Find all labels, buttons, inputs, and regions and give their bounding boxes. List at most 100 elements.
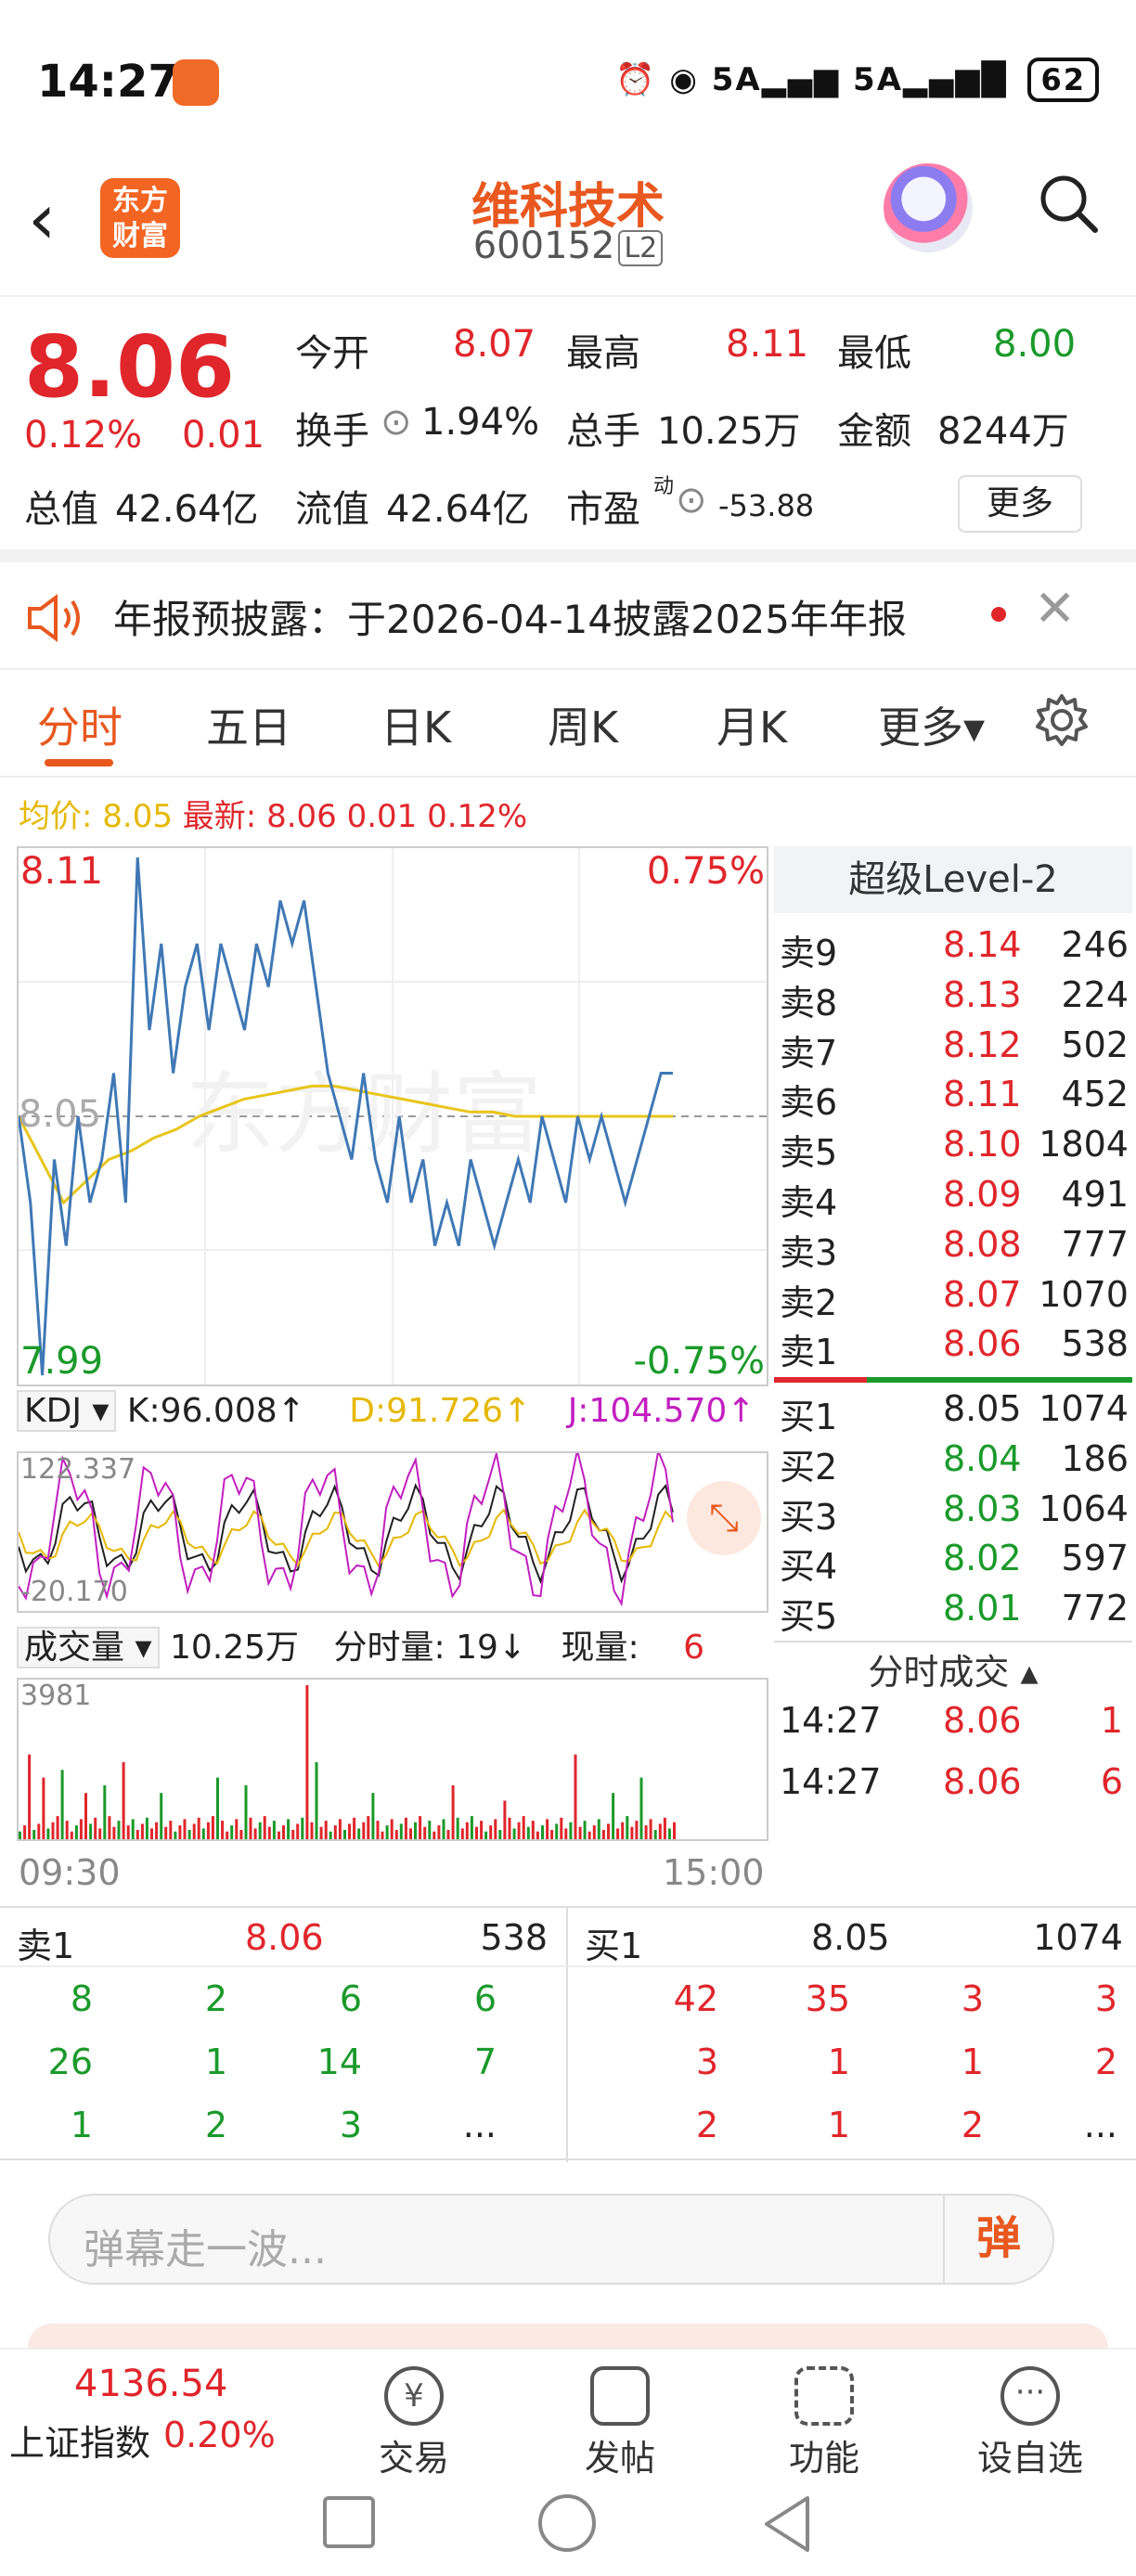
volume-bar (442, 1819, 445, 1839)
ask-row[interactable]: 卖9 8.14 246 (780, 924, 1129, 974)
volume-bar (541, 1825, 544, 1839)
tab-weekly-k[interactable]: 周K (548, 694, 618, 755)
kdj-axis-top: 122.337 (20, 1453, 136, 1486)
search-icon[interactable] (1036, 171, 1101, 236)
volume-bar (484, 1831, 488, 1839)
volume-bar (192, 1823, 196, 1839)
y-axis-bottom: 7.99 (20, 1340, 104, 1383)
tab-monthly-k[interactable]: 月K (716, 694, 787, 755)
ask-row[interactable]: 卖1 8.06 538 (780, 1323, 1129, 1373)
tab-daily-k[interactable]: 日K (381, 694, 451, 755)
volume-bar (258, 1822, 262, 1839)
volume-chart[interactable]: 3981 (17, 1678, 768, 1841)
volume-bar (42, 1777, 45, 1839)
nav-functions[interactable]: 功能 (750, 2359, 898, 2480)
danmu-input[interactable]: 弹幕走一波... 弹 (48, 2194, 1054, 2285)
volume-bar (503, 1800, 507, 1839)
volume-bar (211, 1816, 214, 1839)
ask-row[interactable]: 卖4 8.09 491 (780, 1174, 1129, 1224)
recent-apps-icon[interactable] (323, 2496, 375, 2548)
bid-row[interactable]: 买4 8.02 597 (780, 1538, 1129, 1588)
volume-bar (164, 1826, 168, 1839)
float-cap-value: 42.64亿 (386, 488, 530, 531)
sell-queue-cell: 2 (204, 2105, 227, 2145)
bid-ask-divider (774, 1377, 1132, 1383)
open-label: 今开 (295, 332, 369, 375)
ask-row[interactable]: 卖6 8.11 452 (780, 1074, 1129, 1124)
index-value[interactable]: 4136.54 (74, 2363, 227, 2405)
buy-queue-cell: 3 (961, 1978, 984, 2019)
danmu-placeholder: 弹幕走一波... (84, 2226, 327, 2273)
index-name[interactable]: 上证指数 (9, 2415, 150, 2466)
ask-label: 卖5 (780, 1132, 838, 1174)
volume-bar (357, 1828, 361, 1839)
ask-row[interactable]: 卖3 8.08 777 (780, 1224, 1129, 1274)
ask-row[interactable]: 卖5 8.10 1804 (780, 1124, 1129, 1174)
back-nav-icon[interactable] (759, 2494, 815, 2554)
ask-price: 8.06 (943, 1323, 1022, 1365)
volume-bar (333, 1825, 337, 1839)
volume-bar (409, 1828, 412, 1839)
tab-intraday[interactable]: 分时 (37, 694, 123, 755)
volume-bar (639, 1777, 643, 1839)
bid-row[interactable]: 买1 8.05 1074 (780, 1388, 1129, 1438)
bid-price: 8.00 (943, 1638, 1022, 1639)
volume-axis-max: 3981 (20, 1680, 92, 1712)
volume-selector[interactable]: 成交量 ▾ (17, 1627, 160, 1668)
kdj-chart[interactable]: 122.337 -20.170 ⤡ (17, 1451, 768, 1613)
tick-row: 14:27 8.06 1 (780, 1700, 1129, 1750)
volume-bar (607, 1823, 610, 1839)
volume-bar (522, 1816, 525, 1839)
nav-trade[interactable]: ¥ 交易 (340, 2359, 488, 2480)
volume-bar (597, 1819, 600, 1839)
settings-gear-icon[interactable] (1034, 692, 1090, 748)
close-notice-button[interactable]: ✕ (1034, 579, 1076, 638)
bid-row[interactable]: 买6 8.00 1172 (780, 1638, 1129, 1639)
volume-bar (587, 1831, 591, 1839)
intraday-chart[interactable]: 东方财富 8.11 8.05 7.99 0.75% -0.75% (17, 846, 768, 1386)
order-depth-grid[interactable]: 卖1 8.06 538 买1 8.05 1074 8 2 6 6 26 1 14 7 1 2 3..… (0, 1906, 1136, 2162)
ask-label: 卖9 (780, 933, 838, 973)
nav-post[interactable]: 发帖 (546, 2359, 694, 2480)
volume-bar (183, 1819, 187, 1839)
tab-more[interactable]: 更多▾ (878, 694, 985, 755)
volume-bar (94, 1817, 97, 1839)
pe-info-icon[interactable]: ⊙ (676, 479, 707, 522)
assistant-robot-icon[interactable] (884, 163, 973, 252)
volume-bar (658, 1823, 662, 1839)
volume-bar (663, 1817, 666, 1839)
open-value: 8.07 (453, 323, 536, 366)
depth-divider (566, 1908, 568, 2162)
home-icon[interactable] (538, 2494, 596, 2552)
ask-volume: 502 (1061, 1024, 1129, 1065)
volume-bar (46, 1828, 50, 1839)
volume-bar (390, 1819, 394, 1839)
volume-bar (526, 1826, 530, 1839)
depth-sell-price: 8.06 (245, 1917, 324, 1958)
volume-bar (564, 1828, 568, 1839)
ask-label: 卖1 (780, 1332, 838, 1373)
buy-queue-cell: 2 (695, 2105, 718, 2145)
info-icon[interactable]: ⊙ (381, 401, 412, 444)
volume-bar (560, 1817, 563, 1839)
tab-five-day[interactable]: 五日 (206, 694, 291, 755)
bid-row[interactable]: 买2 8.04 186 (780, 1438, 1129, 1488)
ask-row[interactable]: 卖8 8.13 224 (780, 974, 1129, 1024)
volume-bar (19, 1831, 21, 1839)
bid-row[interactable]: 买5 8.01 772 (780, 1588, 1129, 1638)
kdj-k: K:96.008↑ (126, 1392, 305, 1430)
ask-row[interactable]: 卖2 8.07 1070 (780, 1274, 1129, 1324)
bid-row[interactable]: 买3 8.03 1064 (780, 1488, 1129, 1539)
danmu-button[interactable]: 弹 (943, 2194, 1052, 2285)
notice-bar[interactable]: 年报预披露：于2026-04-14披露2025年年报 ✕ (0, 549, 1136, 670)
volume-bar (263, 1816, 266, 1839)
volume-bar (282, 1825, 285, 1839)
more-quote-button[interactable]: 更多 (958, 475, 1082, 533)
expand-icon[interactable]: ⤡ (687, 1481, 761, 1555)
ask-row[interactable]: 卖7 8.12 502 (780, 1024, 1129, 1075)
nav-add-watchlist[interactable]: ··· 设自选 (956, 2359, 1104, 2480)
kdj-selector[interactable]: KDJ ▾ (17, 1390, 117, 1432)
volume-bar (272, 1821, 276, 1839)
bottom-banner-edge (28, 2324, 1108, 2348)
level2-title[interactable]: 超级Level-2 (774, 846, 1132, 913)
